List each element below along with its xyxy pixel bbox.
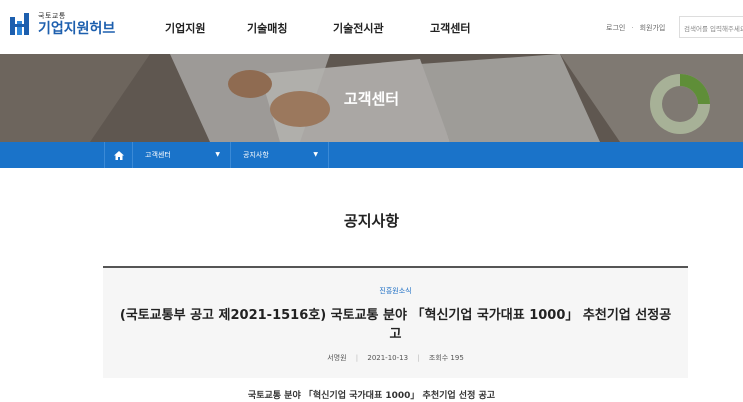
utility-links: 로그인 · 회원가입 [606,23,665,33]
article-views: 조회수 195 [428,354,464,362]
article-body-first-line: 국토교통 분야 「혁신기업 국가대표 1000」 추천기업 선정 공고 [247,391,496,401]
meta-divider: | [417,354,420,362]
nav-tech-matching[interactable]: 기술매칭 [247,20,333,36]
breadcrumb-level2-label: 공지사항 [243,151,269,159]
article-header: 진흥원소식 (국토교통부 공고 제2021-1516호) 국토교통 분야 「혁신… [103,266,688,378]
site-header: 국토교통 기업지원허브 기업지원 기술매칭 기술전시관 고객센터 로그인 · 회… [0,0,743,54]
breadcrumb-dropdown-level2[interactable]: 공지사항 ▼ [231,142,329,168]
join-link[interactable]: 회원가입 [640,23,666,33]
site-logo[interactable]: 국토교통 기업지원허브 [8,11,115,37]
logo-icon [8,11,34,37]
hero-banner: 고객센터 [0,54,743,142]
article-author: 서명원 [327,354,347,362]
breadcrumb-level1-label: 고객센터 [145,151,171,159]
caret-down-icon: ▼ [215,151,220,158]
article-meta: 서명원 | 2021-10-13 | 조회수 195 [103,353,688,363]
main-navigation: 기업지원 기술매칭 기술전시관 고객센터 [165,20,490,36]
nav-company-support[interactable]: 기업지원 [165,20,247,36]
home-icon [113,150,124,160]
login-link[interactable]: 로그인 [606,23,625,33]
meta-divider: | [355,354,359,362]
logo-small-text: 국토교통 [38,11,66,20]
breadcrumb: 고객센터 ▼ 공지사항 ▼ [0,142,743,168]
caret-down-icon: ▼ [313,151,318,158]
util-separator: · [631,24,634,32]
page-title: 공지사항 [343,212,400,230]
logo-main-text: 기업지원허브 [38,20,116,37]
hero-title: 고객센터 [343,90,400,108]
article-title: (국토교통부 공고 제2021-1516호) 국토교통 분야 「혁신기업 국가대… [119,308,672,342]
nav-tech-exhibition[interactable]: 기술전시관 [333,20,430,36]
article-date: 2021-10-13 [367,354,409,362]
nav-customer-center[interactable]: 고객센터 [430,20,490,36]
search-input[interactable]: 검색어를 입력해주세요 [679,16,743,38]
home-button[interactable] [105,142,133,168]
article-category: 진흥원소식 [379,287,412,295]
breadcrumb-dropdown-level1[interactable]: 고객센터 ▼ [133,142,231,168]
